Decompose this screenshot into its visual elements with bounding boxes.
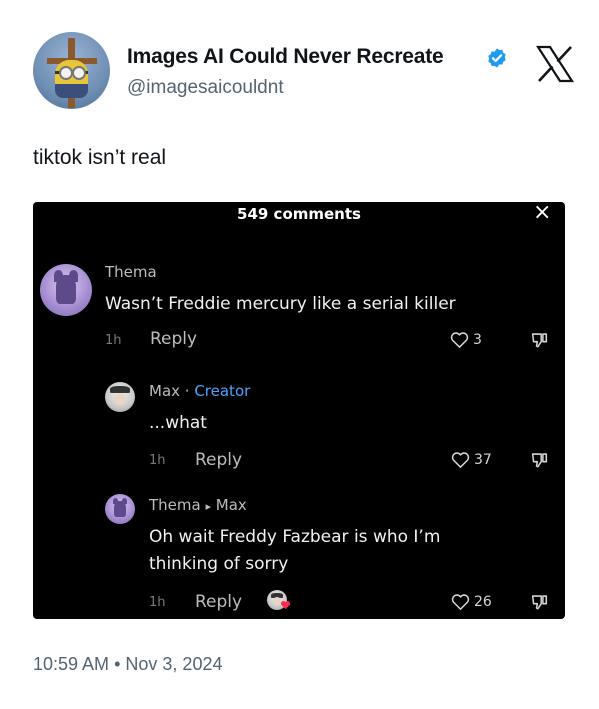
x-logo-icon [535,45,575,83]
reply-button[interactable]: Reply [195,450,242,470]
embedded-screenshot[interactable]: 549 comments × Thema Wasn’t Freddie merc… [33,202,565,619]
tweet-time: 10:59 AM [33,654,110,674]
commenter-avatar [105,494,135,524]
heart-icon[interactable] [451,593,470,611]
dislike-icon[interactable] [531,331,548,349]
comment-username: Max · Creator [149,382,250,400]
dislike-icon[interactable] [531,451,548,469]
commenter-avatar [40,264,92,316]
reply-button[interactable]: Reply [195,592,242,612]
creator-tag: Creator [194,382,251,400]
display-name[interactable]: Images AI Could Never Recreate [127,45,444,69]
separator: · [180,382,195,400]
comment-time: 1h [105,333,122,348]
dislike-icon[interactable] [531,593,548,611]
reply-arrow-icon: ▸ [205,500,212,513]
comment-text: Wasn’t Freddie mercury like a serial kil… [105,294,456,314]
profile-avatar[interactable] [33,32,110,109]
verified-badge-icon [488,48,506,68]
comments-count: 549 comments [237,205,361,223]
tweet-timestamp[interactable]: 10:59 AM • Nov 3, 2024 [33,654,222,675]
comment-text-line: Oh wait Freddy Fazbear is who I’m [149,527,441,547]
username: Max [149,382,181,400]
tweet-text: tiktok isn’t real [33,146,167,169]
like-count: 37 [474,452,492,468]
heart-icon[interactable] [450,331,469,349]
username: Thema [149,496,201,514]
comment-username: Thema [105,263,157,281]
user-handle[interactable]: @imagesaicouldnt [127,77,284,99]
tweet-date: Nov 3, 2024 [125,654,223,674]
creator-liked-heart-icon [280,601,291,610]
comment-time: 1h [149,453,166,468]
reply-to-username: Max [215,496,247,514]
comment-username: Thema ▸ Max [149,496,247,514]
comment-time: 1h [149,595,166,610]
comment-text-line: thinking of sorry [149,554,289,574]
like-count: 3 [473,332,482,348]
separator: • [114,654,121,674]
close-icon: × [533,202,552,225]
reply-button[interactable]: Reply [150,329,197,349]
comment-text: ...what [149,413,207,433]
commenter-avatar [105,382,135,412]
like-count: 26 [474,594,492,610]
heart-icon[interactable] [451,451,470,469]
